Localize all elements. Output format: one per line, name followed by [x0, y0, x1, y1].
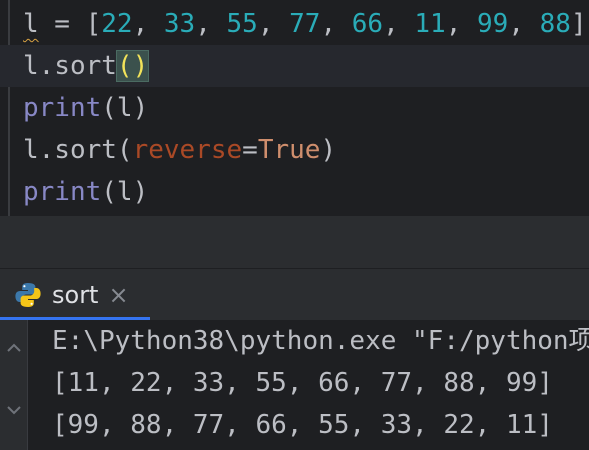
code-line[interactable]: l.sort(reverse=True) [0, 129, 589, 171]
code-line[interactable]: print(l) [0, 171, 589, 213]
code-token: , [320, 9, 352, 39]
code-token: print [23, 177, 102, 207]
code-token: reverse [132, 135, 243, 165]
code-token: ) [320, 135, 337, 165]
code-token: = [242, 135, 258, 165]
close-icon[interactable]: × [108, 283, 128, 307]
code-token: 22 [101, 9, 133, 39]
code-line[interactable]: print(l) [0, 87, 589, 129]
code-token: ] [570, 9, 587, 39]
code-token: l.sort [23, 51, 117, 81]
code-token: l [23, 9, 39, 39]
code-token: () [115, 50, 150, 82]
python-icon [14, 281, 42, 309]
console-line-output: [11, 22, 33, 55, 66, 77, 88, 99] [52, 368, 553, 398]
code-token: 11 [414, 9, 446, 39]
console-line-output: [99, 88, 77, 66, 55, 33, 22, 11] [52, 410, 553, 440]
code-token: , [508, 9, 540, 39]
code-token: 99 [477, 9, 509, 39]
code-token: , [195, 9, 227, 39]
console-line-command: E:\Python38\python.exe "F:/python项 [52, 326, 589, 356]
code-token: l.sort( [23, 135, 133, 165]
code-token: 88 [539, 9, 571, 39]
panel-gap [0, 216, 589, 268]
scroll-up-icon[interactable] [4, 338, 24, 358]
code-token: 33 [163, 9, 196, 39]
code-editor[interactable]: l = [22, 33, 55, 77, 66, 11, 99, 88] l.so… [0, 0, 589, 216]
code-token: 55 [226, 9, 258, 39]
code-token: 77 [289, 9, 321, 39]
console-toolbar [0, 320, 28, 450]
code-token: , [257, 9, 290, 39]
code-token: (l) [101, 93, 149, 123]
code-line[interactable]: l.sort() [0, 45, 589, 87]
run-toolwindow-header: sort × [0, 268, 589, 321]
run-tab-label: sort [52, 281, 99, 309]
run-console[interactable]: E:\Python38\python.exe "F:/python项 [11, … [0, 320, 589, 450]
code-token: , [445, 9, 478, 39]
code-token: = [ [38, 9, 102, 39]
run-tab-sort[interactable]: sort × [0, 269, 150, 321]
code-token: print [23, 93, 102, 123]
code-token: , [132, 9, 164, 39]
scroll-down-icon[interactable] [4, 400, 24, 420]
code-token: (l) [101, 177, 149, 207]
code-token: True [257, 135, 321, 165]
code-token: 66 [351, 9, 384, 39]
code-token: , [383, 9, 415, 39]
code-line[interactable]: l = [22, 33, 55, 77, 66, 11, 99, 88] [0, 3, 589, 45]
